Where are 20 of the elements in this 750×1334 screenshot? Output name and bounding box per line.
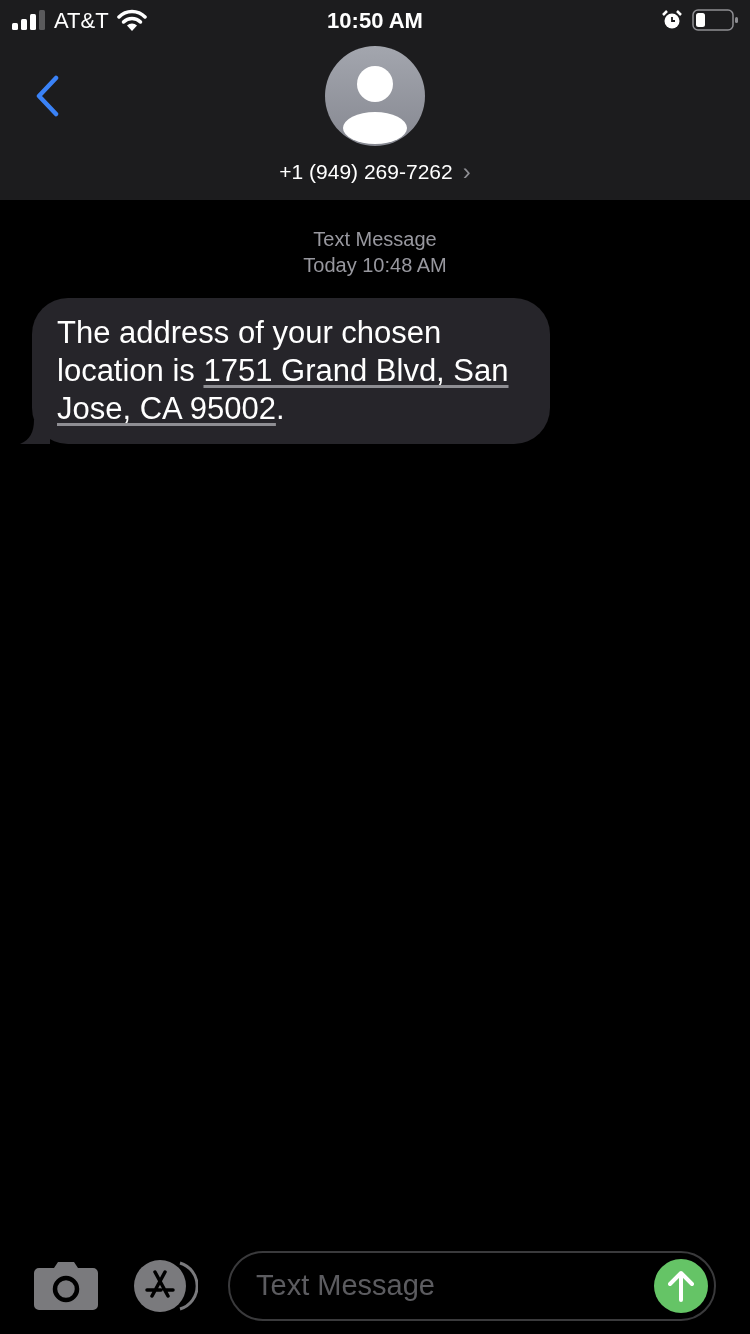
camera-icon (34, 1262, 98, 1310)
up-arrow-icon (668, 1270, 694, 1302)
address-link[interactable]: 1751 Grand Blvd, San (203, 353, 509, 388)
message-timestamp: Today 10:48 AM (303, 253, 447, 278)
message-field[interactable]: Text Message (228, 1251, 716, 1321)
alarm-icon (662, 10, 682, 30)
contact-number[interactable]: +1 (949) 269-7262 › (279, 154, 471, 190)
back-chevron-icon (34, 75, 60, 117)
signal-icon (12, 10, 46, 30)
send-button[interactable] (654, 1259, 708, 1313)
message-text: The address of your chosen location is 1751 Grand Blvd, San Jose, CA 95002. (57, 314, 510, 428)
carrier-name: AT&T (54, 6, 109, 35)
service-label: Text Message (313, 227, 437, 252)
wifi-icon (116, 9, 147, 31)
avatar-icon[interactable] (325, 46, 425, 146)
camera-button[interactable] (34, 1262, 98, 1310)
message-input[interactable]: Text Message (256, 1264, 654, 1308)
status-time: 10:50 AM (327, 6, 423, 35)
address-link[interactable]: Jose, CA 95002 (57, 391, 276, 426)
battery-icon (692, 9, 738, 31)
